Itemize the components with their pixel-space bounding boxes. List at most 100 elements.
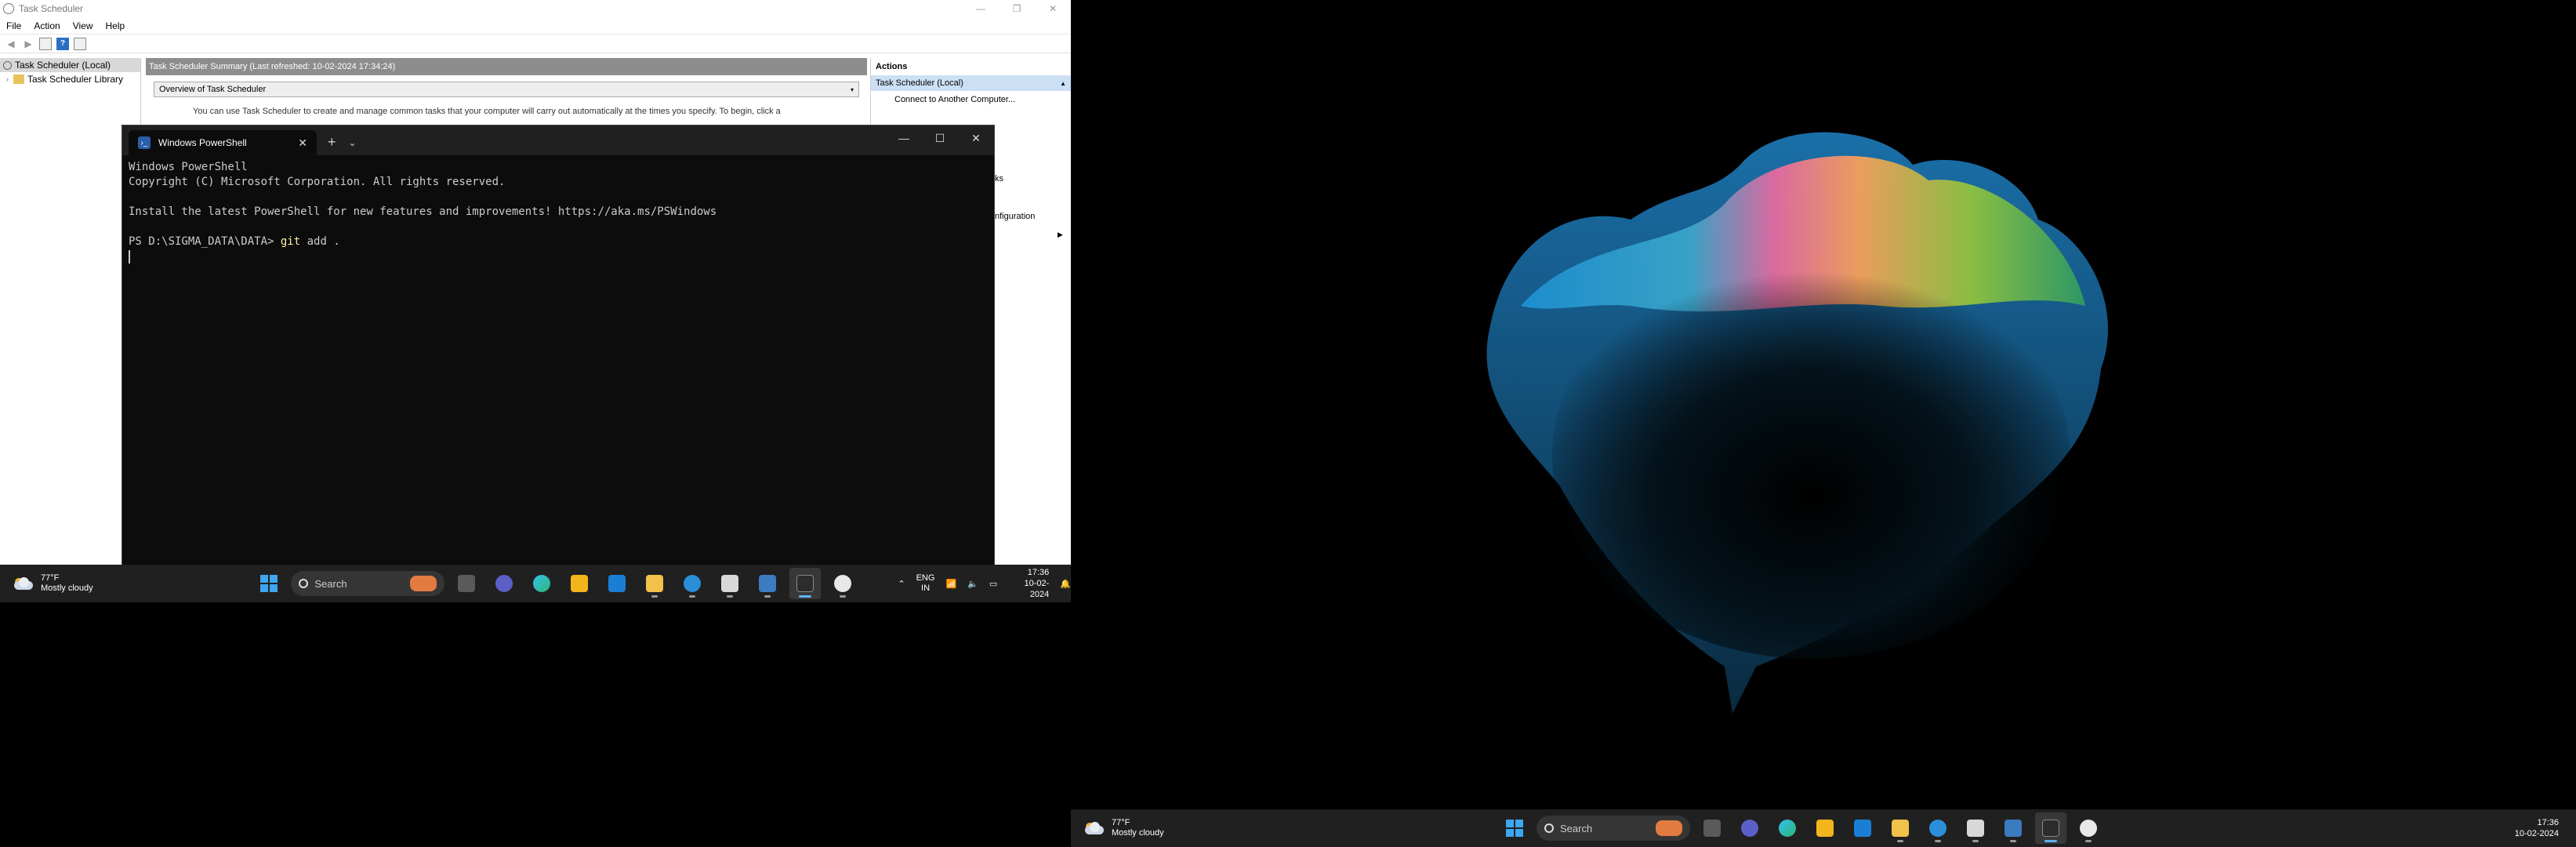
battery-icon[interactable]: ▭ (989, 579, 997, 589)
language-indicator[interactable]: ENG IN (916, 573, 935, 594)
close-tab-icon[interactable]: ✕ (298, 136, 307, 150)
console-tree: Task Scheduler (Local) › Task Scheduler … (0, 58, 141, 546)
search-box[interactable]: Search (1537, 816, 1690, 841)
store-button[interactable] (1809, 812, 1841, 844)
clock-icon (2080, 820, 2097, 837)
forward-arrow-icon[interactable]: ▶ (22, 38, 34, 50)
start-button[interactable] (1499, 812, 1530, 844)
teams-button[interactable] (1734, 812, 1765, 844)
start-button[interactable] (253, 568, 285, 599)
store-button[interactable] (564, 568, 595, 599)
menu-file[interactable]: File (0, 20, 27, 31)
menu-action[interactable]: Action (27, 20, 66, 31)
overview-section[interactable]: Overview of Task Scheduler ▾ (154, 82, 859, 97)
maximize-button[interactable]: ❐ (999, 0, 1035, 17)
menu-help[interactable]: Help (100, 20, 132, 31)
weather-widget[interactable]: 77°F Mostly cloudy (13, 573, 120, 594)
terminal-button[interactable] (2035, 812, 2066, 844)
chevron-right-icon[interactable]: ▶ (1058, 231, 1063, 239)
terminal-button[interactable] (789, 568, 822, 599)
terminal-icon (2042, 820, 2059, 837)
chevron-right-icon[interactable]: › (6, 75, 9, 83)
prompt-line: PS D:\SIGMA_DATA\DATA> git add . (129, 234, 988, 249)
file-explorer-button[interactable] (639, 568, 670, 599)
app-button[interactable] (1847, 812, 1878, 844)
taskbar-secondary: 77°F Mostly cloudy Search 17:36 10-02-202… (1071, 809, 2576, 847)
chevron-down-icon[interactable]: ▾ (851, 86, 854, 93)
edge-button[interactable] (526, 568, 557, 599)
help-icon[interactable]: ? (56, 37, 69, 50)
monitor-primary: Task Scheduler — ❐ ✕ File Action View He… (0, 0, 1071, 602)
title-bar[interactable]: Task Scheduler (0, 0, 1071, 17)
clock-icon (3, 60, 12, 70)
app-button[interactable] (1960, 812, 1991, 844)
terminal-icon (796, 575, 815, 592)
volume-icon[interactable]: 🔈 (967, 579, 978, 589)
actions-section-label: Task Scheduler (Local) (876, 78, 963, 88)
windows-icon (260, 575, 278, 592)
taskbar-apps: Search (253, 568, 858, 599)
app-icon (1854, 820, 1871, 837)
task-scheduler-button[interactable] (827, 568, 858, 599)
powershell-icon: ›_ (138, 136, 151, 149)
app-button[interactable] (714, 568, 746, 599)
system-tray: ⌃ ENG IN 📶 🔈 ▭ 17:36 10-02-2024 🔔 (898, 567, 1071, 600)
app-button[interactable] (601, 568, 633, 599)
clock[interactable]: 17:36 10-02-2024 (1008, 567, 1050, 600)
app-button[interactable] (1997, 812, 2029, 844)
tree-item-label: Task Scheduler Library (27, 74, 124, 85)
text-cursor (129, 249, 130, 264)
action-fragment[interactable]: nfiguration (995, 212, 1035, 221)
action-fragment[interactable]: ks (995, 174, 1003, 184)
chevron-down-icon[interactable]: ⌄ (349, 137, 357, 148)
app-icon (684, 575, 702, 592)
close-button[interactable]: ✕ (958, 125, 994, 151)
clock-icon (3, 3, 14, 14)
tree-item-local[interactable]: Task Scheduler (Local) (0, 58, 140, 72)
back-arrow-icon[interactable]: ◀ (5, 38, 17, 50)
prompt: PS D:\SIGMA_DATA\DATA> (129, 235, 281, 248)
teams-button[interactable] (488, 568, 520, 599)
tab-powershell[interactable]: ›_ Windows PowerShell ✕ (129, 130, 317, 155)
taskbar: 77°F Mostly cloudy Search ⌃ ENG IN 📶 🔈 ▭… (0, 565, 1071, 602)
overview-label: Overview of Task Scheduler (159, 85, 267, 94)
search-highlight-icon (1656, 820, 1682, 836)
weather-desc: Mostly cloudy (1112, 828, 1164, 838)
task-view-button[interactable] (451, 568, 482, 599)
wifi-icon[interactable]: 📶 (945, 579, 956, 589)
terminal-line: Windows PowerShell (129, 161, 248, 173)
tab-bar: ›_ Windows PowerShell ✕ + ⌄ — ☐ ✕ (122, 125, 994, 155)
app-button[interactable] (1922, 812, 1954, 844)
menu-view[interactable]: View (67, 20, 100, 31)
weather-widget[interactable]: 77°F Mostly cloudy (1083, 818, 1193, 838)
search-box[interactable]: Search (291, 571, 445, 596)
powershell-window: ›_ Windows PowerShell ✕ + ⌄ — ☐ ✕ Window… (122, 125, 995, 569)
close-button[interactable]: ✕ (1035, 0, 1071, 17)
show-hide-action-pane-icon[interactable] (74, 37, 86, 50)
minimize-button[interactable]: — (886, 125, 922, 151)
collapse-icon[interactable]: ▲ (1060, 80, 1066, 87)
minimize-button[interactable]: — (963, 0, 999, 17)
show-hide-tree-icon[interactable] (39, 37, 52, 50)
window-controls: — ❐ ✕ (963, 0, 1071, 17)
tree-item-library[interactable]: › Task Scheduler Library (0, 72, 140, 86)
app-button[interactable] (752, 568, 783, 599)
new-tab-button[interactable]: + (328, 134, 336, 151)
taskbar-apps: Search (1499, 812, 2104, 844)
maximize-button[interactable]: ☐ (922, 125, 958, 151)
notification-icon[interactable]: 🔔 (1060, 579, 1071, 589)
chevron-up-icon[interactable]: ⌃ (898, 579, 905, 589)
app-icon (1967, 820, 1984, 837)
cloud-icon (1083, 821, 1105, 835)
actions-section[interactable]: Task Scheduler (Local) ▲ (871, 75, 1071, 91)
edge-button[interactable] (1772, 812, 1803, 844)
task-scheduler-button[interactable] (2073, 812, 2104, 844)
file-explorer-button[interactable] (1885, 812, 1916, 844)
lang-region: IN (921, 583, 931, 593)
task-view-button[interactable] (1696, 812, 1728, 844)
clock[interactable]: 17:36 10-02-2024 (2515, 817, 2559, 839)
app-button[interactable] (677, 568, 708, 599)
task-view-icon (458, 575, 476, 592)
terminal-output[interactable]: Windows PowerShell Copyright (C) Microsof… (122, 155, 994, 269)
action-connect[interactable]: Connect to Another Computer... (871, 91, 1071, 108)
